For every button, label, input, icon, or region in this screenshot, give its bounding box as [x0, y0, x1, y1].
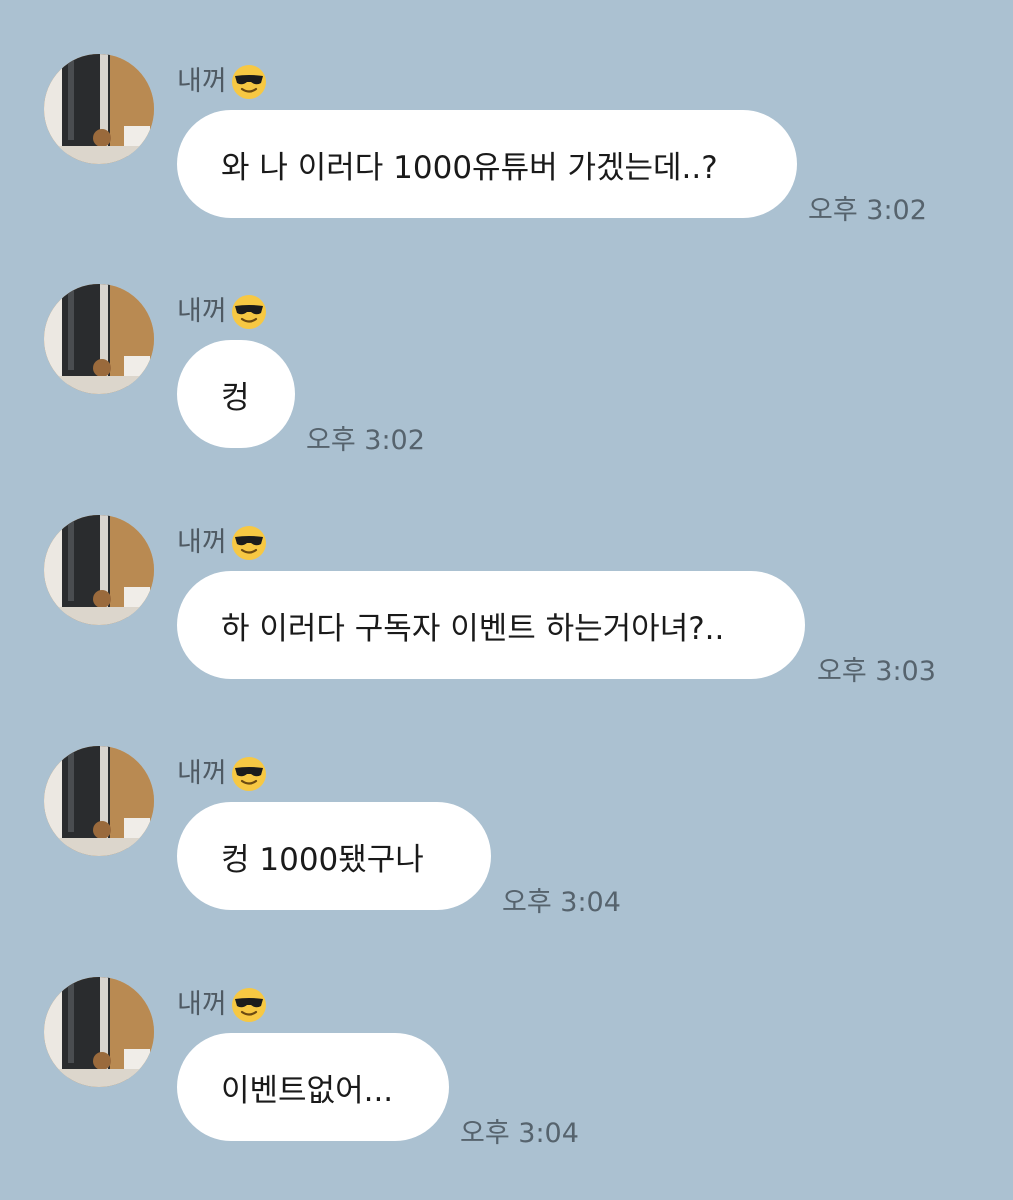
smiling-face-with-sunglasses-icon: [231, 757, 266, 791]
message-bubble[interactable]: 컹: [177, 340, 295, 448]
sender-name: 내꺼: [177, 296, 227, 327]
chat-message: 내꺼 컹 오후 3:02: [0, 284, 1013, 484]
message-time: 오후 3:04: [460, 1118, 579, 1149]
message-time: 오후 3:02: [808, 195, 927, 226]
sender: 내꺼: [177, 756, 267, 792]
sender-avatar[interactable]: [44, 284, 154, 394]
sender-avatar[interactable]: [44, 746, 154, 856]
chat-message: 내꺼 와 나 이러다 1000유튜버 가겠는데..? 오후 3:02: [0, 54, 1013, 254]
message-bubble[interactable]: 하 이러다 구독자 이벤트 하는거아녀?..: [177, 571, 805, 679]
message-text: 컹: [221, 379, 250, 416]
sender-name: 내꺼: [177, 758, 227, 789]
message-text: 와 나 이러다 1000유튜버 가겠는데..?: [221, 149, 718, 186]
smiling-face-with-sunglasses-icon: [231, 295, 266, 329]
sender: 내꺼: [177, 987, 267, 1023]
message-bubble[interactable]: 이벤트없어...: [177, 1033, 449, 1141]
sender-avatar[interactable]: [44, 515, 154, 625]
smiling-face-with-sunglasses-icon: [231, 526, 266, 560]
sender: 내꺼: [177, 294, 267, 330]
message-text: 이벤트없어...: [221, 1072, 394, 1109]
sender-avatar[interactable]: [44, 54, 154, 164]
smiling-face-with-sunglasses-icon: [231, 988, 266, 1022]
message-time: 오후 3:02: [306, 425, 425, 456]
sender: 내꺼: [177, 525, 267, 561]
sender-name: 내꺼: [177, 527, 227, 558]
message-time: 오후 3:04: [502, 887, 621, 918]
sender-name: 내꺼: [177, 989, 227, 1020]
chat-message: 내꺼 하 이러다 구독자 이벤트 하는거아녀?.. 오후 3:03: [0, 515, 1013, 715]
message-bubble[interactable]: 와 나 이러다 1000유튜버 가겠는데..?: [177, 110, 797, 218]
smiling-face-with-sunglasses-icon: [231, 65, 266, 99]
message-bubble[interactable]: 컹 1000됐구나: [177, 802, 491, 910]
sender-name: 내꺼: [177, 66, 227, 97]
sender-avatar[interactable]: [44, 977, 154, 1087]
message-text: 하 이러다 구독자 이벤트 하는거아녀?..: [221, 610, 725, 647]
message-text: 컹 1000됐구나: [221, 841, 424, 878]
chat-message: 내꺼 컹 1000됐구나 오후 3:04: [0, 746, 1013, 946]
chat-message: 내꺼 이벤트없어... 오후 3:04: [0, 977, 1013, 1177]
message-time: 오후 3:03: [817, 656, 936, 687]
sender: 내꺼: [177, 64, 267, 100]
